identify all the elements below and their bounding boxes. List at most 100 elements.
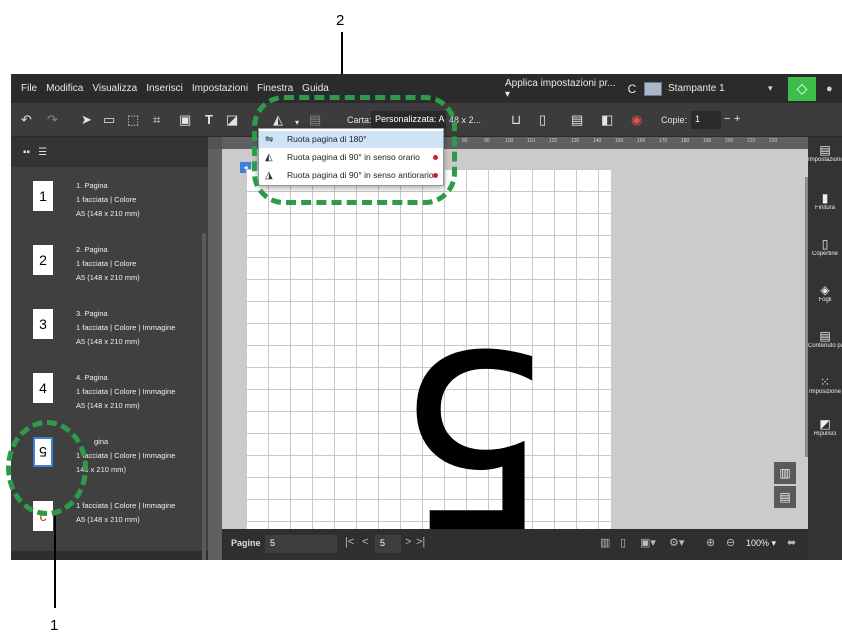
rotated-page-content: 5 (395, 294, 551, 560)
page-sides: 1 facciata | Colore (76, 259, 137, 268)
page-info: gina 1 facciata | Colore | Immagine 148 … (76, 435, 175, 477)
ruler-tick: 120 (549, 138, 558, 144)
ruler-tick: 90 (484, 138, 490, 144)
rp-label: Contenuto pagina (808, 343, 842, 349)
list-view-icon[interactable]: ☰ (38, 147, 47, 158)
print-go-button[interactable]: ◇ (788, 76, 816, 101)
book-view-icon[interactable]: ▥ (774, 462, 796, 484)
tray-icon[interactable]: ⊔ (511, 112, 521, 128)
page-info: 2. Pagina 1 facciata | Colore A5 (148 x … (76, 243, 140, 285)
page-thumbnail: 1 (33, 181, 53, 211)
rp-finishing[interactable]: ▮ Finitura (808, 191, 842, 212)
crop-tool-icon[interactable]: ⌗ (153, 112, 160, 128)
rp-label: Finitura (814, 205, 835, 211)
page-sides: 1 facciata | Colore | Immagine (76, 451, 176, 460)
rectangle-tool-icon[interactable]: ▭ (103, 112, 115, 128)
job-settings-icon: ▤ (819, 143, 831, 157)
layout-icon[interactable]: ▤ (571, 112, 583, 128)
page-list-item[interactable]: 3 3. Pagina 1 facciata | Colore | Immagi… (11, 295, 208, 359)
menu-inserisci[interactable]: Inserisci (146, 83, 183, 94)
rp-page-content[interactable]: ▤ Contenuto pagina (808, 329, 842, 350)
page-size: A5 (148 x 210 mm) (76, 273, 140, 282)
fit-screen-icon[interactable]: ⬌ (787, 536, 796, 549)
select-pointer-icon[interactable]: ➤ (81, 112, 92, 128)
previous-page-icon[interactable]: < (362, 536, 368, 548)
apply-settings-dropdown[interactable]: Applica impostazioni pr... ▾ (505, 78, 620, 100)
callout-number-1: 1 (50, 617, 59, 634)
page-sides: 1 facciata | Colore | Immagine (76, 323, 176, 332)
ruler-tick: 140 (593, 138, 602, 144)
ruler-tick: 100 (505, 138, 514, 144)
next-page-icon[interactable]: > (405, 536, 411, 548)
ruler-tick: 170 (659, 138, 668, 144)
menu-bar-right: Applica impostazioni pr... ▾ C Stampante… (505, 74, 842, 103)
printer-selector[interactable]: Stampante 1 (668, 83, 768, 94)
last-page-icon[interactable]: >| (416, 536, 425, 548)
rp-imposition[interactable]: ⁙ Imposizione (808, 375, 842, 396)
page-size: A5 (148 x 210 mm) (76, 401, 140, 410)
text-tool-icon[interactable]: T (205, 112, 213, 128)
settings-gear-icon[interactable]: ⚙▾ (669, 536, 684, 549)
rp-sheets[interactable]: ◈ Fogli (808, 283, 842, 304)
ruler-tick: 130 (571, 138, 580, 144)
redo-icon[interactable]: ↷ (47, 112, 58, 128)
page-list-scrollbar[interactable] (202, 233, 206, 560)
vertical-ruler (208, 149, 222, 560)
undo-icon[interactable]: ↶ (21, 112, 32, 128)
notification-bell-icon[interactable]: ● (826, 83, 842, 95)
menu-guida[interactable]: Guida (302, 83, 329, 94)
fit-width-icon[interactable]: ▥ (600, 536, 610, 549)
grid-view-icon[interactable]: ▪▪ (23, 147, 30, 158)
page-list-item[interactable]: 1 1. Pagina 1 facciata | Colore A5 (148 … (11, 167, 208, 231)
ruler-tick: 80 (462, 138, 468, 144)
page-info: 1 facciata | Colore | Immagine A5 (148 x… (76, 499, 175, 527)
rp-label: Copertine (811, 251, 838, 257)
color-mode-icon[interactable]: ◉ (631, 112, 642, 128)
page-thumbnail: 4 (33, 373, 53, 403)
fit-page-icon[interactable]: ▯ (620, 536, 626, 549)
callout-line-1 (54, 516, 56, 608)
page-list-header: ▪▪ ☰ (11, 137, 208, 167)
rp-cleanup[interactable]: ◩ Ripulisci (808, 417, 842, 438)
rp-label: Impostazioni lavoro (808, 157, 842, 163)
ruler-tick: 190 (703, 138, 712, 144)
orientation-icon[interactable]: ▯ (539, 112, 546, 128)
printer-chevron-down-icon[interactable]: ▾ (768, 83, 788, 94)
draw-tool-icon[interactable]: ◪ (226, 112, 238, 128)
screenshot-stage: 2 File Modifica Visualizza Inserisci Imp… (0, 0, 842, 637)
rp-label: Imposizione (808, 389, 841, 395)
copies-input[interactable]: 1 (691, 111, 721, 129)
menu-file[interactable]: File (21, 83, 37, 94)
rp-job-settings[interactable]: ▤ Impostazioni lavoro (808, 143, 842, 164)
menu-modifica[interactable]: Modifica (46, 83, 83, 94)
copies-increment-button[interactable]: + (734, 113, 740, 125)
refresh-icon[interactable]: C (620, 82, 644, 96)
page-title: 4. Pagina (76, 373, 108, 382)
page-size: 148 x 210 mm) (76, 465, 127, 474)
page-size: A5 (148 x 210 mm) (76, 337, 140, 346)
menu-finestra[interactable]: Finestra (257, 83, 293, 94)
menu-impostazioni[interactable]: Impostazioni (192, 83, 248, 94)
view-mode-icon[interactable]: ▣▾ (640, 536, 656, 549)
duplex-icon[interactable]: ◧ (601, 112, 613, 128)
printer-icon (644, 81, 662, 96)
current-page-input[interactable]: 5 (375, 535, 401, 553)
page-sides: 1 facciata | Colore | Immagine (76, 387, 176, 396)
page-list-item[interactable]: 2 2. Pagina 1 facciata | Colore A5 (148 … (11, 231, 208, 295)
image-tool-icon[interactable]: ▣ (179, 112, 191, 128)
page-title: 2. Pagina (76, 245, 108, 254)
zoom-in-icon[interactable]: ⊕ (706, 536, 715, 549)
zoom-level-dropdown[interactable]: 100% ▾ (746, 538, 776, 549)
page-list-item[interactable]: 4 4. Pagina 1 facciata | Colore | Immagi… (11, 359, 208, 423)
single-view-icon[interactable]: ▤ (774, 486, 796, 508)
page-preview[interactable]: 5 (246, 169, 611, 560)
first-page-icon[interactable]: |< (345, 536, 354, 548)
zoom-out-icon[interactable]: ⊖ (726, 536, 735, 549)
rp-covers[interactable]: ▯ Copertine (808, 237, 842, 258)
pages-input[interactable]: 5 (265, 535, 337, 553)
marquee-tool-icon[interactable]: ⬚ (127, 112, 139, 128)
imposition-icon: ⁙ (819, 375, 831, 389)
copies-decrement-button[interactable]: − (724, 113, 730, 125)
menu-visualizza[interactable]: Visualizza (92, 83, 137, 94)
page-thumbnail: 2 (33, 245, 53, 275)
